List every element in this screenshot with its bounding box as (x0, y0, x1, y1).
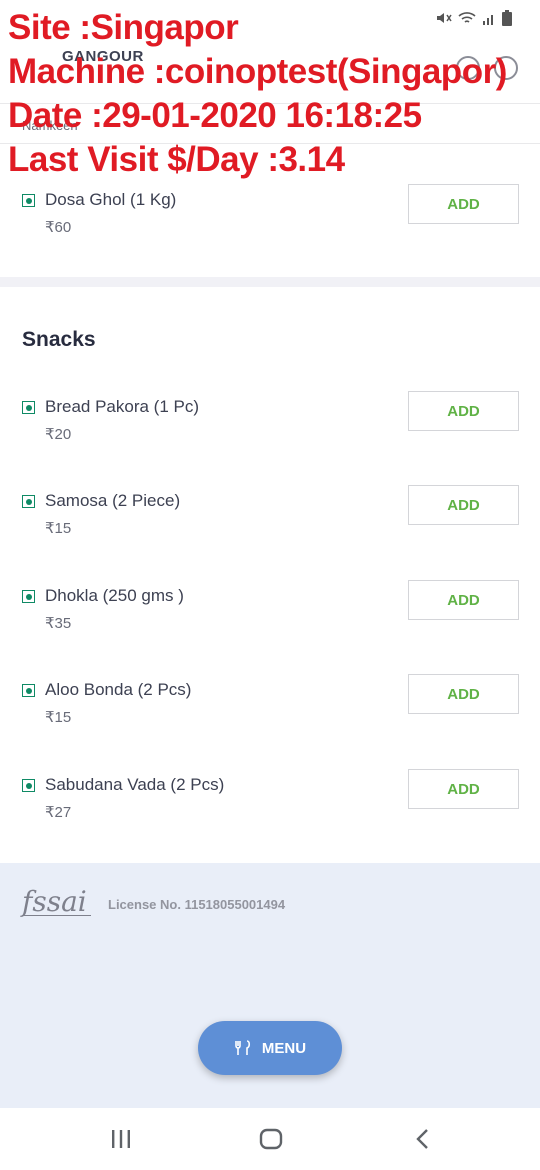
list-item: Dhokla (250 gms ) ₹35 ADD (0, 580, 540, 660)
item-name: Aloo Bonda (2 Pcs) (45, 680, 192, 699)
veg-icon (22, 779, 35, 792)
recents-icon[interactable] (108, 1126, 134, 1152)
veg-icon (22, 495, 35, 508)
add-button[interactable]: ADD (408, 485, 519, 525)
add-button[interactable]: ADD (408, 184, 519, 224)
item-name: Sabudana Vada (2 Pcs) (45, 775, 225, 794)
item-name: Samosa (2 Piece) (45, 491, 181, 510)
menu-button[interactable]: MENU (198, 1021, 342, 1075)
veg-icon (22, 401, 35, 414)
menu-button-label: MENU (261, 1039, 307, 1057)
home-icon[interactable] (258, 1126, 284, 1152)
veg-icon (22, 590, 35, 603)
item-name: Dhokla (250 gms ) (45, 586, 184, 605)
overlay-last-visit: Last Visit $/Day :3.14 (8, 140, 345, 179)
item-name: Bread Pakora (1 Pc) (45, 397, 200, 416)
overlay-info: Site :Singapor Machine :coinoptest(Singa… (8, 6, 507, 182)
veg-icon (22, 684, 35, 697)
section-divider (0, 277, 540, 287)
veg-icon (22, 194, 35, 207)
add-button[interactable]: ADD (408, 391, 519, 431)
item-name: Dosa Ghol (1 Kg) (45, 190, 177, 209)
overlay-date: Date :29-01-2020 16:18:25 (8, 96, 422, 135)
add-button[interactable]: ADD (408, 769, 519, 809)
fork-knife-icon (235, 1040, 250, 1055)
list-item: Aloo Bonda (2 Pcs) ₹15 ADD (0, 674, 540, 754)
add-button[interactable]: ADD (408, 580, 519, 620)
item-price: ₹15 (45, 520, 72, 537)
list-item: Samosa (2 Piece) ₹15 ADD (0, 485, 540, 565)
section-title-snacks: Snacks (22, 328, 96, 351)
fssai-logo: fssai (22, 885, 91, 918)
system-nav-bar (0, 1108, 540, 1170)
overlay-site: Site :Singapor (8, 8, 239, 47)
list-item: Dosa Ghol (1 Kg) ₹60 ADD (0, 184, 540, 264)
item-price: ₹20 (45, 426, 72, 443)
item-price: ₹27 (45, 804, 72, 821)
list-item: Sabudana Vada (2 Pcs) ₹27 ADD (0, 769, 540, 849)
list-item: Bread Pakora (1 Pc) ₹20 ADD (0, 391, 540, 471)
add-button[interactable]: ADD (408, 674, 519, 714)
back-icon[interactable] (410, 1126, 436, 1152)
item-price: ₹35 (45, 615, 72, 632)
license-number: License No. 11518055001494 (108, 897, 286, 912)
item-price: ₹15 (45, 709, 72, 726)
overlay-machine: Machine :coinoptest(Singapor) (8, 52, 507, 91)
item-price: ₹60 (45, 219, 72, 236)
